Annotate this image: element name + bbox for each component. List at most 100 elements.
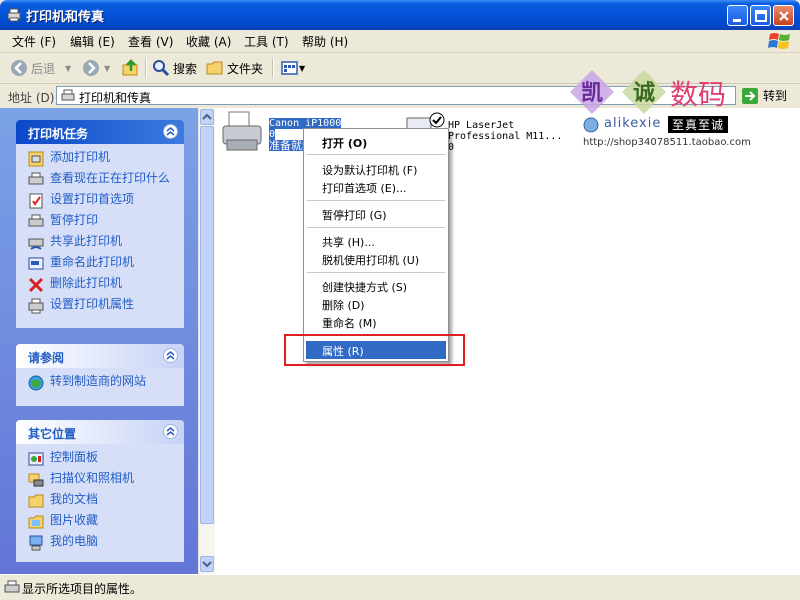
task-delete-printer[interactable]: 删除此打印机 <box>28 276 176 293</box>
task-share-printer[interactable]: 共享此打印机 <box>28 234 176 251</box>
share-printer-icon <box>28 238 44 250</box>
menu-file[interactable]: 文件 (F) <box>12 33 56 50</box>
back-dropdown-icon[interactable]: ▼ <box>65 64 71 73</box>
see-also-title: 请参阅 <box>28 351 65 365</box>
task-add-printer[interactable]: 添加打印机 <box>28 150 176 167</box>
menu-item-label: 脱机使用打印机 (U) <box>322 254 420 267</box>
menu-item-delete[interactable]: 删除 (D) <box>306 295 446 313</box>
search-icon <box>153 60 170 77</box>
task-label: 共享此打印机 <box>50 234 123 248</box>
printer-name-lines: HP LaserJet Professional M11... 0 <box>448 120 562 153</box>
menu-item-set-default[interactable]: 设为默认打印机 (F) <box>306 160 446 178</box>
task-pane-scrollbar[interactable] <box>198 108 215 574</box>
printer-tasks-header[interactable]: 打印机任务 <box>16 120 184 144</box>
menu-item-printing-preferences[interactable]: 打印首选项 (E)... <box>306 178 446 196</box>
minimize-button[interactable] <box>727 5 748 26</box>
maximize-button[interactable] <box>750 5 771 26</box>
back-label: 后退 <box>31 61 56 76</box>
maximize-icon <box>755 10 767 22</box>
scroll-up-button[interactable] <box>200 109 214 125</box>
printer-fax-icon <box>7 8 21 22</box>
place-label: 扫描仪和照相机 <box>50 471 135 485</box>
menu-item-use-offline[interactable]: 脱机使用打印机 (U) <box>306 250 446 268</box>
see-also-header[interactable]: 请参阅 <box>16 344 184 368</box>
collapse-chevron-icon[interactable] <box>163 348 178 363</box>
menu-tools[interactable]: 工具 (T) <box>244 33 289 50</box>
menu-item-create-shortcut[interactable]: 创建快捷方式 (S) <box>306 277 446 295</box>
delete-x-icon <box>28 277 44 293</box>
task-pause-printing[interactable]: 暂停打印 <box>28 213 176 230</box>
search-button[interactable]: 搜索 <box>152 57 197 79</box>
printer-icon <box>222 111 262 151</box>
place-label: 我的电脑 <box>50 534 99 548</box>
minimize-icon <box>733 19 741 22</box>
watermark-url: http://shop34078511.taobao.com <box>583 137 751 148</box>
title-bar[interactable]: 打印机和传真 <box>0 0 800 30</box>
menu-item-label: 打印首选项 (E)... <box>322 182 407 195</box>
task-printer-properties[interactable]: 设置打印机属性 <box>28 297 176 314</box>
up-folder-button[interactable] <box>122 57 140 79</box>
windows-logo-icon <box>768 33 790 49</box>
task-label: 设置打印首选项 <box>50 192 135 206</box>
my-computer-icon <box>29 535 43 551</box>
up-folder-icon <box>122 59 138 76</box>
watermark-logo: 凯 诚 数码 <box>570 70 726 114</box>
folders-button[interactable]: 文件夹 <box>206 57 263 79</box>
menu-item-rename[interactable]: 重命名 (M) <box>306 313 446 331</box>
views-button[interactable]: ▼ <box>281 57 305 79</box>
watermark-globe-icon <box>583 117 599 133</box>
watermark-char-1: 凯 <box>581 81 603 106</box>
task-manufacturer-website[interactable]: 转到制造商的网站 <box>28 374 176 391</box>
toolbar-separator <box>272 58 274 78</box>
printer-name: HP LaserJet <box>448 120 515 131</box>
menu-separator <box>307 154 445 155</box>
back-button[interactable]: 后退 ▼ <box>10 57 71 79</box>
status-text: 显示所选项目的属性。 <box>22 582 143 596</box>
scanner-camera-icon <box>28 473 44 487</box>
menu-item-pause-printing[interactable]: 暂停打印 (G) <box>306 205 446 223</box>
task-rename-printer[interactable]: 重命名此打印机 <box>28 255 176 272</box>
close-button[interactable] <box>773 5 794 26</box>
place-label: 图片收藏 <box>50 513 99 527</box>
scroll-down-button[interactable] <box>200 556 214 572</box>
task-label: 删除此打印机 <box>50 276 123 290</box>
collapse-chevron-icon[interactable] <box>163 124 178 139</box>
task-label: 转到制造商的网站 <box>50 374 147 388</box>
task-label: 设置打印机属性 <box>50 297 135 311</box>
place-control-panel[interactable]: 控制面板 <box>28 450 176 467</box>
menu-view[interactable]: 查看 (V) <box>128 33 173 50</box>
scroll-down-arrow-icon <box>202 561 212 568</box>
address-value: 打印机和传真 <box>79 91 152 105</box>
menu-item-label: 打开 (O) <box>322 137 368 150</box>
menu-item-sharing[interactable]: 共享 (H)... <box>306 232 446 250</box>
menu-item-label: 删除 (D) <box>322 299 365 312</box>
task-see-printing[interactable]: 查看现在正在打印什么 <box>28 171 176 188</box>
back-arrow-icon <box>11 60 27 76</box>
task-printing-preferences[interactable]: 设置打印首选项 <box>28 192 176 209</box>
collapse-chevron-icon[interactable] <box>163 424 178 439</box>
menu-item-open[interactable]: 打开 (O) <box>306 133 446 151</box>
place-my-computer[interactable]: 我的电脑 <box>28 534 176 551</box>
place-my-pictures[interactable]: 图片收藏 <box>28 513 176 530</box>
other-places-panel: 其它位置 控制面板 扫描仪和照相机 我的文档 图片收藏 我的电脑 <box>16 420 184 562</box>
menu-bar: 文件 (F) 编辑 (E) 查看 (V) 收藏 (A) 工具 (T) 帮助 (H… <box>0 30 800 53</box>
forward-dropdown-icon[interactable]: ▼ <box>104 64 110 73</box>
menu-edit[interactable]: 编辑 (E) <box>70 33 115 50</box>
menu-favorites[interactable]: 收藏 (A) <box>186 33 231 50</box>
forward-button[interactable]: ▼ <box>82 57 110 79</box>
task-label: 查看现在正在打印什么 <box>50 171 171 185</box>
close-icon <box>779 11 789 21</box>
scroll-thumb[interactable] <box>200 126 214 524</box>
folders-label: 文件夹 <box>227 61 264 76</box>
control-panel-icon <box>28 452 44 466</box>
place-scanners-cameras[interactable]: 扫描仪和照相机 <box>28 471 176 488</box>
preferences-icon <box>29 193 43 209</box>
menu-item-label: 重命名 (M) <box>322 317 377 330</box>
rename-icon <box>28 257 44 270</box>
menu-help[interactable]: 帮助 (H) <box>302 33 348 50</box>
my-pictures-icon <box>28 515 44 529</box>
place-my-documents[interactable]: 我的文档 <box>28 492 176 509</box>
printer-fax-icon <box>61 89 75 101</box>
other-places-header[interactable]: 其它位置 <box>16 420 184 444</box>
watermark-brand: alikexie <box>604 116 662 131</box>
